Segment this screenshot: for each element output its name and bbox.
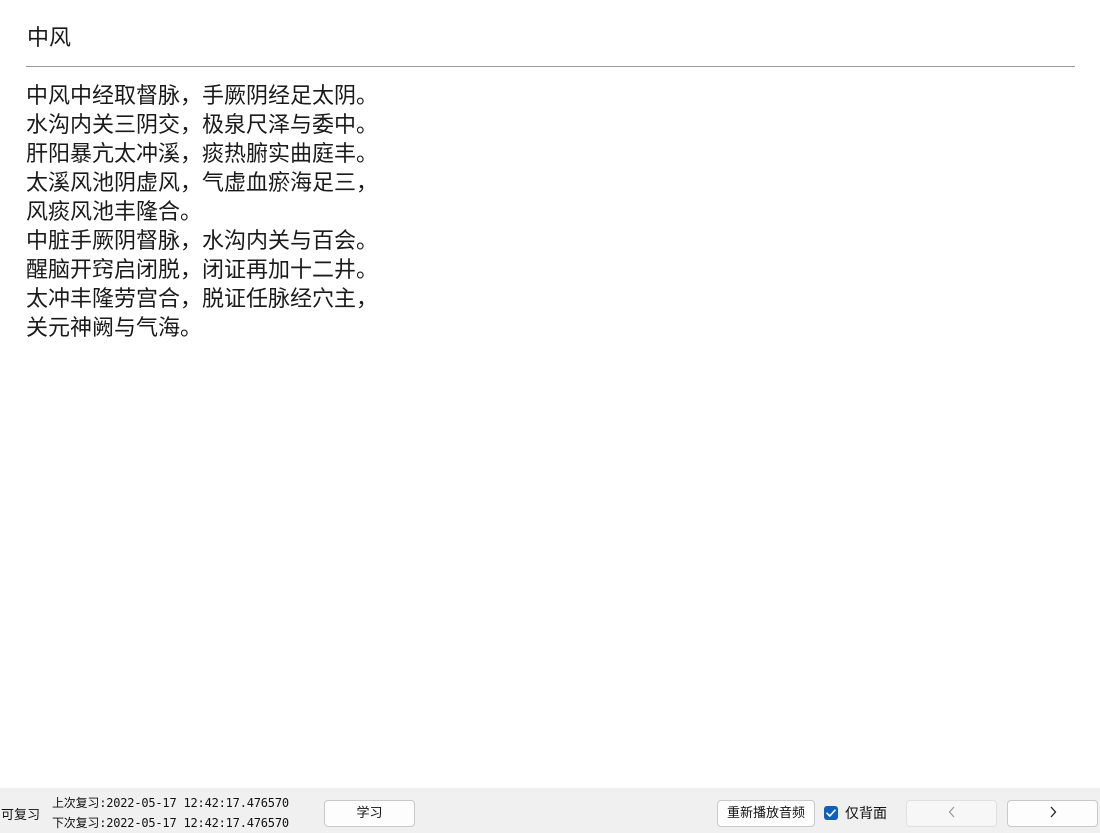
review-info: 上次复习:2022-05-17 12:42:17.476570 下次复习:202… (52, 793, 289, 833)
study-button[interactable]: 学习 (324, 800, 415, 827)
due-status-label: 可复习 (1, 808, 41, 823)
content-line: 醒脑开窍启闭脱，闭证再加十二井。 (26, 258, 379, 283)
card-title: 中风 (27, 26, 72, 51)
content-line: 风痰风池丰隆合。 (26, 200, 203, 225)
bottom-toolbar: 可复习 上次复习:2022-05-17 12:42:17.476570 下次复习… (0, 788, 1100, 833)
content-line: 中风中经取督脉，手厥阴经足太阴。 (26, 84, 379, 109)
last-review-text: 上次复习:2022-05-17 12:42:17.476570 (52, 796, 289, 810)
checkbox-checked-icon[interactable] (824, 806, 838, 820)
back-only-checkbox[interactable]: 仅背面 (824, 804, 887, 822)
next-card-button[interactable] (1007, 800, 1098, 827)
replay-audio-button[interactable]: 重新播放音频 (717, 800, 815, 827)
chevron-left-icon (948, 806, 956, 822)
content-line: 太溪风池阴虚风，气虚血瘀海足三， (26, 171, 379, 196)
back-only-label: 仅背面 (845, 806, 887, 822)
next-review-text: 下次复习:2022-05-17 12:42:17.476570 (52, 816, 289, 830)
chevron-right-icon (1049, 806, 1057, 822)
title-divider (26, 66, 1075, 67)
content-line: 关元神阙与气海。 (26, 316, 203, 341)
card-view: 中风 中风中经取督脉，手厥阴经足太阴。 水沟内关三阴交，极泉尺泽与委中。 肝阳暴… (26, 22, 1075, 343)
card-content: 中风中经取督脉，手厥阴经足太阴。 水沟内关三阴交，极泉尺泽与委中。 肝阳暴亢太冲… (26, 82, 1075, 343)
previous-card-button[interactable] (906, 800, 997, 827)
content-line: 中脏手厥阴督脉，水沟内关与百会。 (26, 229, 379, 254)
content-line: 肝阳暴亢太冲溪，痰热腑实曲庭丰。 (26, 142, 379, 167)
flashcard-window: 中风 中风中经取督脉，手厥阴经足太阴。 水沟内关三阴交，极泉尺泽与委中。 肝阳暴… (0, 0, 1100, 833)
content-line: 水沟内关三阴交，极泉尺泽与委中。 (26, 113, 379, 138)
content-line: 太冲丰隆劳宫合，脱证任脉经穴主， (26, 287, 379, 312)
